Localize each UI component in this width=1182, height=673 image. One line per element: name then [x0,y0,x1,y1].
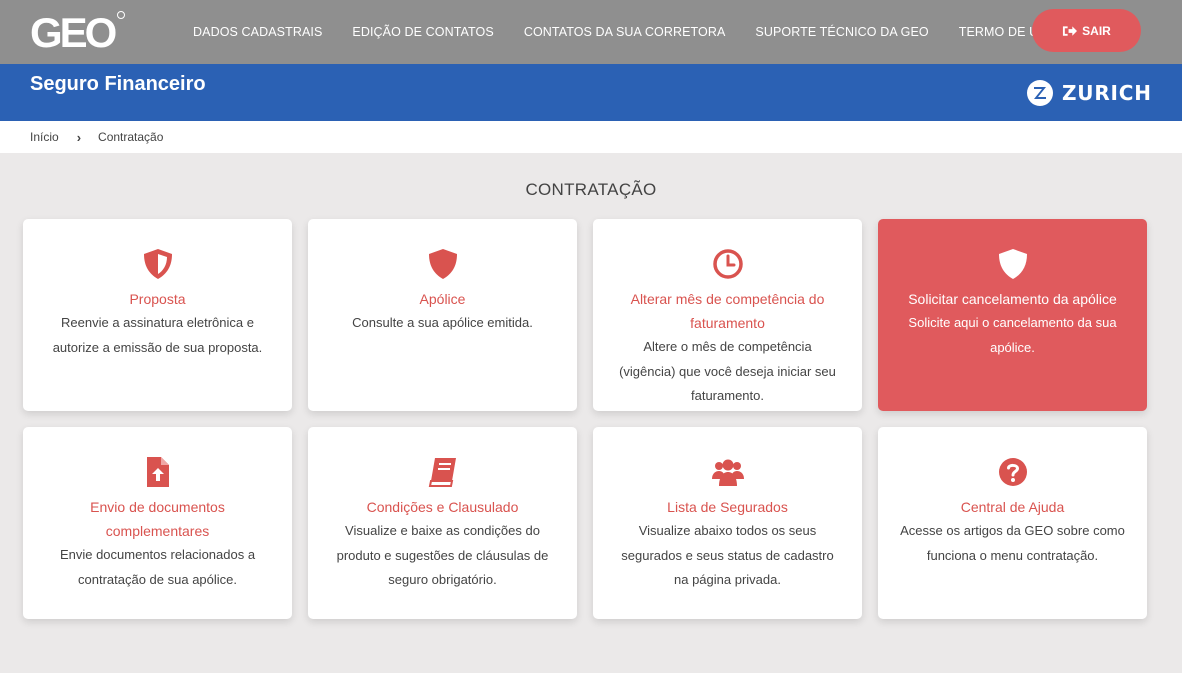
card-title: Central de Ajuda [960,499,1065,515]
section-title: CONTRATAÇÃO [525,180,657,199]
geo-logo[interactable]: GEO [30,10,126,54]
users-icon [711,459,744,486]
nav-dados-cadastrais[interactable]: DADOS CADASTRAIS [193,25,322,39]
book-icon [428,458,456,487]
card-description: Reenvie a assinatura eletrônica e autori… [52,315,263,355]
sign-out-icon [1063,25,1078,36]
card-condicoes-clausulado[interactable]: Condições e Clausulado Visualize e baixe… [308,427,577,619]
card-description: Consulte a sua apólice emitida. [352,315,533,330]
cards-grid: Proposta Reenvie a assinatura eletrônica… [23,219,1147,619]
exit-button[interactable]: SAIR [1032,9,1141,52]
clock-icon [712,249,743,279]
nav-edicao-contatos[interactable]: EDIÇÃO DE CONTATOS [352,25,493,39]
card-description: Altere o mês de competência (vigência) q… [619,339,836,403]
card-alterar-mes[interactable]: Alterar mês de competência do faturament… [593,219,862,411]
page-banner: Seguro Financeiro ZURICH [0,64,1182,121]
page-title: Seguro Financeiro [30,73,206,95]
zurich-z-icon [1027,80,1053,106]
card-central-ajuda[interactable]: Central de Ajuda Acesse os artigos da GE… [878,427,1147,619]
card-description: Envie documentos relacionados a contrata… [59,547,256,587]
exit-label: SAIR [1082,23,1111,38]
card-description: Visualize abaixo todos os seus segurados… [621,523,834,587]
card-envio-documentos[interactable]: Envio de documentos complementares Envie… [23,427,292,619]
nav-contatos-corretora[interactable]: CONTATOS DA SUA CORRETORA [524,25,726,39]
card-proposta[interactable]: Proposta Reenvie a assinatura eletrônica… [23,219,292,411]
svg-text:GEO: GEO [30,10,116,54]
card-apolice[interactable]: Apólice Consulte a sua apólice emitida. [308,219,577,411]
card-title: Lista de Segurados [667,499,788,515]
zurich-brand-text: ZURICH [1062,81,1152,105]
breadcrumb-home[interactable]: Início [30,130,59,144]
card-title: Alterar mês de competência do faturament… [630,291,825,331]
card-description: Acesse os artigos da GEO sobre como func… [900,523,1125,563]
card-title: Condições e Clausulado [366,499,519,515]
card-description: Solicite aqui o cancelamento da sua apól… [908,315,1117,355]
card-lista-segurados[interactable]: Lista de Segurados Visualize abaixo todo… [593,427,862,619]
main-nav: DADOS CADASTRAIS EDIÇÃO DE CONTATOS CONT… [193,0,1086,64]
breadcrumb-current: Contratação [98,130,164,144]
nav-suporte-tecnico[interactable]: SUPORTE TÉCNICO DA GEO [755,25,928,39]
card-solicitar-cancelamento[interactable]: Solicitar cancelamento da apólice Solici… [878,219,1147,411]
card-title: Apólice [419,291,466,307]
shield-half-icon [143,249,172,279]
top-navbar: GEO DADOS CADASTRAIS EDIÇÃO DE CONTATOS … [0,0,1182,64]
card-title: Solicitar cancelamento da apólice [908,291,1117,307]
zurich-logo: ZURICH [1026,79,1152,107]
chevron-right-icon: › [76,129,82,145]
card-description: Visualize e baixe as condições do produt… [336,523,549,587]
breadcrumb: Início › Contratação [0,121,1182,153]
file-upload-icon [146,457,169,487]
card-title: Envio de documentos complementares [90,499,225,539]
shield-icon [998,249,1027,279]
question-circle-icon [998,458,1027,486]
shield-icon [428,249,457,279]
card-title: Proposta [129,291,186,307]
